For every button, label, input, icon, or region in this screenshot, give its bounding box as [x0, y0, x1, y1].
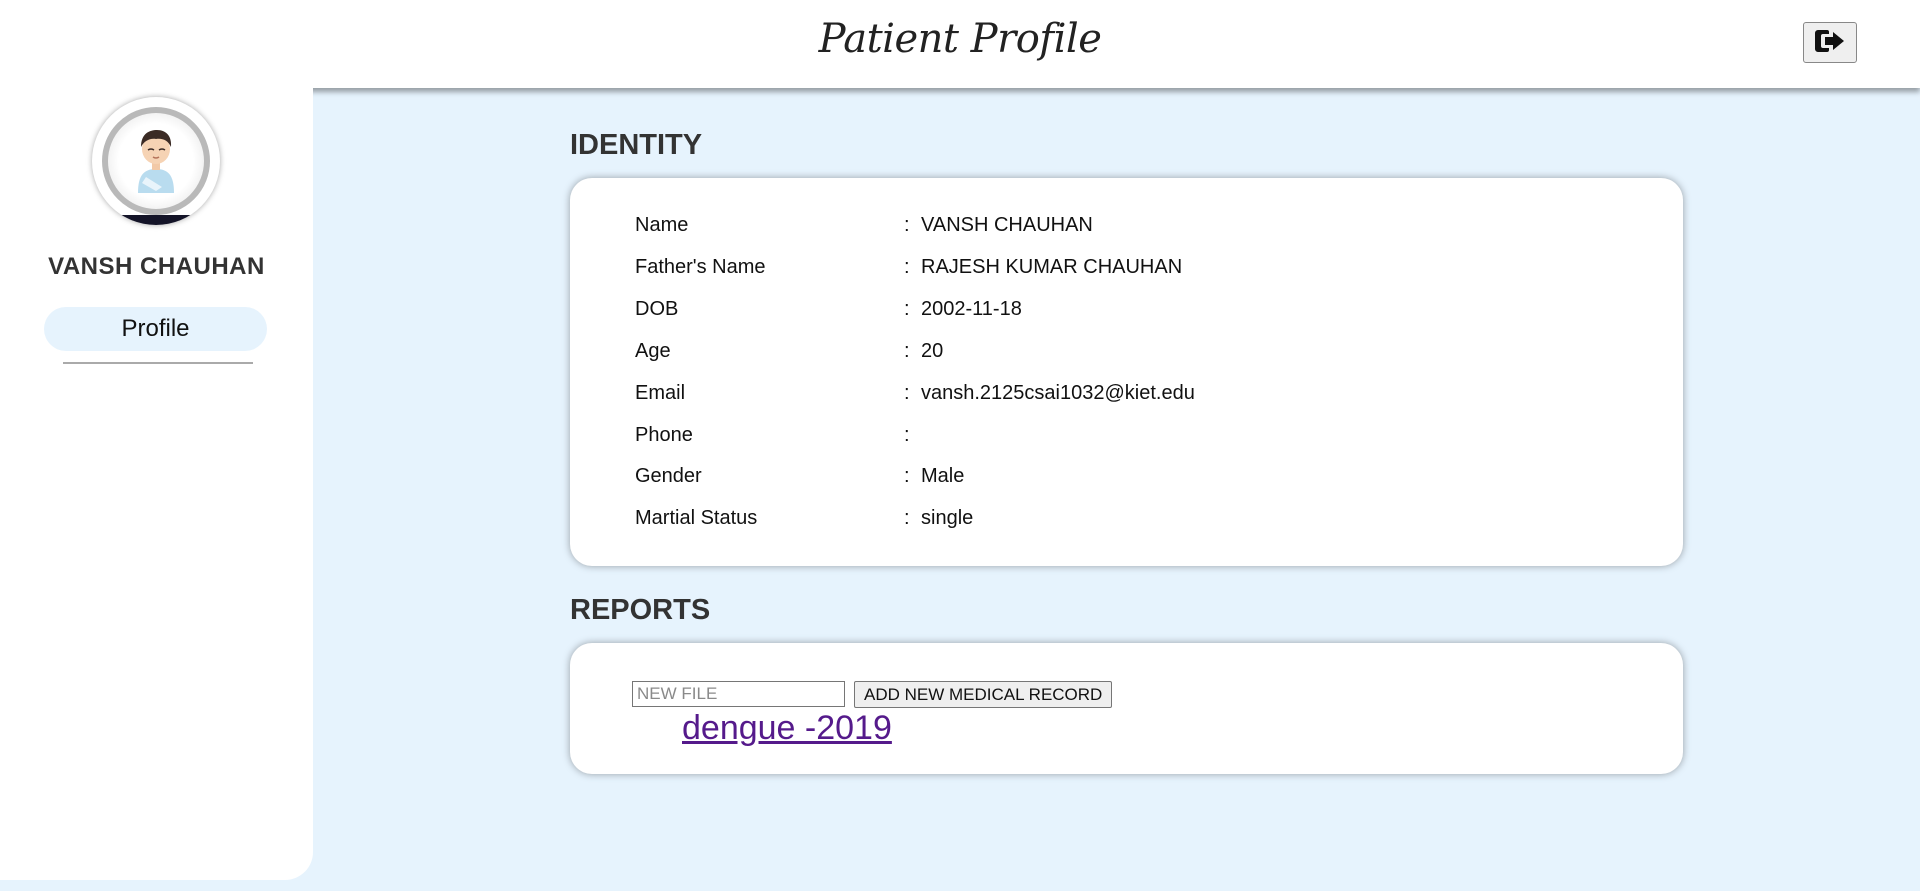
identity-separator: :: [904, 255, 910, 278]
user-name: VANSH CHAUHAN: [48, 253, 265, 280]
identity-separator: :: [904, 381, 910, 404]
identity-row-dob: DOB : 2002-11-18: [635, 294, 1535, 324]
identity-row-name: Name : VANSH CHAUHAN: [635, 210, 1535, 240]
identity-row-email: Email : vansh.2125csai1032@kiet.edu: [635, 378, 1535, 408]
identity-card: Name : VANSH CHAUHAN Father's Name : RAJ…: [570, 178, 1683, 566]
identity-separator: :: [904, 506, 910, 529]
logout-button[interactable]: [1803, 22, 1857, 63]
patient-avatar-icon: [138, 130, 174, 193]
identity-value: single: [921, 506, 974, 529]
identity-label: DOB: [635, 297, 679, 320]
identity-row-fathers-name: Father's Name : RAJESH KUMAR CHAUHAN: [635, 252, 1535, 282]
identity-heading: IDENTITY: [570, 129, 703, 161]
identity-label: Email: [635, 381, 686, 404]
identity-value: VANSH CHAUHAN: [921, 213, 1093, 236]
identity-separator: :: [904, 464, 910, 487]
new-file-input[interactable]: [632, 681, 845, 707]
identity-label: Gender: [635, 464, 702, 487]
medical-record-link[interactable]: dengue -2019: [682, 709, 892, 748]
identity-label: Father's Name: [635, 255, 766, 278]
avatar-footer-strip: [92, 215, 220, 225]
sidebar-item-profile[interactable]: Profile: [44, 307, 267, 351]
add-medical-record-button[interactable]: ADD NEW MEDICAL RECORD: [854, 681, 1113, 708]
sidebar: VANSH CHAUHAN Profile: [0, 0, 313, 880]
sidebar-divider: [63, 362, 253, 364]
identity-row-gender: Gender : Male: [635, 461, 1535, 491]
identity-separator: :: [904, 339, 910, 362]
identity-label: Phone: [635, 423, 693, 446]
identity-row-marital-status: Martial Status : single: [635, 503, 1535, 533]
identity-separator: :: [904, 297, 910, 320]
sign-out-icon: [1814, 28, 1846, 57]
reports-heading: REPORTS: [570, 594, 711, 626]
reports-card: ADD NEW MEDICAL RECORD dengue -2019: [570, 643, 1683, 774]
identity-separator: :: [904, 213, 910, 236]
identity-value: vansh.2125csai1032@kiet.edu: [921, 381, 1195, 404]
identity-separator: :: [904, 423, 910, 446]
identity-value: RAJESH KUMAR CHAUHAN: [921, 255, 1183, 278]
avatar: [92, 97, 220, 225]
identity-row-age: Age : 20: [635, 336, 1535, 366]
identity-label: Martial Status: [635, 506, 758, 529]
identity-value: Male: [921, 464, 965, 487]
identity-value: 20: [921, 339, 944, 362]
identity-label: Age: [635, 339, 671, 362]
identity-value: 2002-11-18: [921, 297, 1022, 320]
identity-row-phone: Phone :: [635, 420, 1535, 450]
identity-label: Name: [635, 213, 689, 236]
